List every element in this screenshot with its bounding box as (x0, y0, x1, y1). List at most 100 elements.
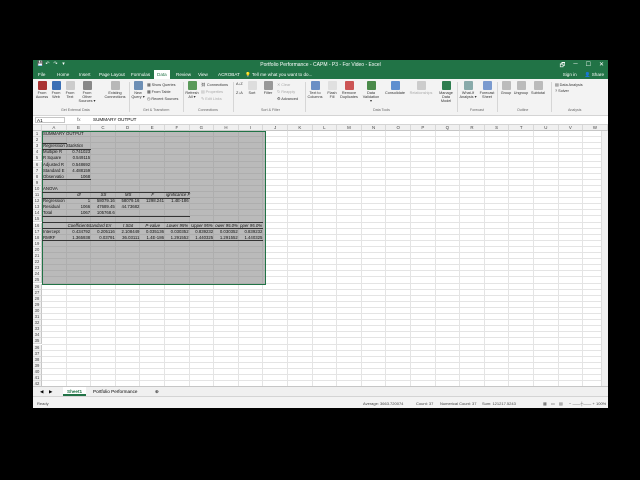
properties-button[interactable]: ▤ Properties (201, 89, 223, 94)
group-button[interactable]: Group (499, 81, 513, 95)
cell-value[interactable]: 0.741023 (68, 149, 90, 155)
from-text-button[interactable]: From Text (63, 81, 77, 99)
column-header[interactable]: D (115, 125, 141, 131)
cell-label[interactable]: Adjusted R (43, 162, 66, 168)
solver-button[interactable]: ? Solver (555, 89, 569, 93)
cell-value[interactable]: 2.108449 (117, 229, 139, 235)
new-sheet-icon[interactable]: ⊕ (151, 387, 163, 396)
column-header[interactable]: C (91, 125, 116, 131)
from-access-button[interactable]: From Access (35, 81, 49, 99)
cell-value[interactable]: 1 (68, 198, 90, 204)
column-header[interactable]: N (361, 125, 387, 131)
cell-value[interactable]: 0.030352 (215, 229, 238, 235)
column-header[interactable]: S (484, 125, 510, 131)
subtotal-button[interactable]: Subtotal (530, 81, 546, 95)
tab-insert[interactable]: Insert (79, 72, 91, 77)
data-validation-button[interactable]: Data Validation ▾ (362, 81, 380, 103)
forecast-sheet-button[interactable]: Forecast Sheet (479, 81, 495, 99)
cell-label[interactable]: R Square (43, 155, 66, 161)
sheet-tab-sheet1[interactable]: Sheet1 (63, 387, 87, 396)
column-header[interactable]: H (214, 125, 239, 131)
cell-value[interactable]: 1.4E-186 (166, 198, 188, 204)
cell-value[interactable]: 58079.16 (117, 198, 139, 204)
cell-value[interactable]: 1066 (68, 204, 91, 210)
cell-label[interactable]: Standard E (43, 168, 66, 174)
zoom-level[interactable]: 100% (596, 401, 606, 406)
new-query-button[interactable]: New Query ▾ (131, 81, 145, 99)
refresh-all-button[interactable]: Refresh All ▾ (185, 81, 199, 99)
sheet-tab-portfolio-performance[interactable]: Portfolio Performance (89, 387, 141, 396)
tab-formulas[interactable]: Formulas (131, 72, 150, 77)
advanced-button[interactable]: ⚙ Advanced (277, 96, 298, 101)
column-header[interactable]: M (337, 125, 362, 131)
relationships-button[interactable]: Relationships (409, 81, 433, 95)
cell-value[interactable]: 0.035136 (141, 229, 164, 235)
next-sheet-icon[interactable]: ▶ (45, 387, 57, 396)
sort-za-icon[interactable]: Z↓A (236, 91, 243, 95)
column-header[interactable]: E (140, 125, 165, 131)
from-other-sources-button[interactable]: From Other Sources ▾ (78, 81, 96, 103)
text-to-columns-button[interactable]: Text to Columns (307, 81, 323, 99)
tab-file[interactable]: File (38, 72, 45, 77)
cell-label[interactable]: Intercept (43, 229, 66, 235)
cell-value[interactable]: 0.030352 (166, 229, 189, 235)
existing-connections-button[interactable]: Existing Connections (104, 81, 126, 99)
column-header[interactable]: R (460, 125, 485, 131)
cell-label[interactable]: Regression (43, 198, 66, 204)
ungroup-button[interactable]: Ungroup (513, 81, 529, 95)
cell-summary-output[interactable]: SUMMARY OUTPUT (43, 131, 84, 137)
cell-value[interactable]: 0.839232 (240, 229, 262, 235)
column-header[interactable]: I (238, 125, 264, 131)
cell-label[interactable]: Multiple R (43, 149, 66, 155)
column-header[interactable]: F (165, 125, 190, 131)
column-header[interactable]: O (386, 125, 411, 131)
edit-links-button[interactable]: ✎ Edit Links (201, 96, 222, 101)
fx-icon[interactable]: fx (77, 117, 81, 122)
column-header[interactable]: L (312, 125, 338, 131)
tab-view[interactable]: View (198, 72, 208, 77)
cell-value[interactable]: 58079.16 (92, 198, 115, 204)
zoom-slider[interactable]: − ——┼—— + (569, 401, 595, 406)
remove-duplicates-button[interactable]: Remove Duplicates (340, 81, 358, 99)
recent-sources-button[interactable]: ◷ Recent Sources (147, 96, 178, 101)
consolidate-button[interactable]: Consolidate (384, 81, 406, 95)
cell-value[interactable]: 0.205116 (92, 229, 115, 235)
clear-button[interactable]: ✕ Clear (277, 82, 290, 87)
cell-value[interactable]: 44.73682 (117, 204, 139, 210)
cell-value[interactable]: 0.434792 (68, 229, 90, 235)
column-header[interactable]: V (558, 125, 584, 131)
show-queries-button[interactable]: ▦ Show Queries (147, 82, 176, 87)
vertical-scrollbar[interactable] (601, 131, 608, 386)
cell-value[interactable]: 0.549115 (68, 155, 91, 161)
tell-me-box[interactable]: 💡 Tell me what you want to do... (245, 72, 312, 78)
cell-value[interactable]: 0.548692 (68, 162, 90, 168)
normal-view-icon[interactable]: ▦ (543, 401, 547, 406)
tab-review[interactable]: Review (176, 72, 191, 77)
column-header[interactable]: Q (435, 125, 461, 131)
column-header[interactable]: U (534, 125, 559, 131)
cell-value[interactable]: 0.839232 (191, 229, 213, 235)
tab-data[interactable]: Data (154, 70, 170, 79)
cell-value[interactable]: 47689.45 (92, 204, 115, 210)
tab-page-layout[interactable]: Page Layout (99, 72, 125, 77)
tab-acrobat[interactable]: ACROBAT (218, 72, 240, 77)
sign-in-link[interactable]: Sign in (563, 72, 577, 78)
column-header[interactable]: J (263, 125, 288, 131)
cell-value[interactable]: 1298.241 (141, 198, 164, 204)
what-if-analysis-button[interactable]: What-If Analysis ▾ (459, 81, 477, 99)
connections-button[interactable]: ⛓ Connections (201, 82, 228, 87)
sort-button[interactable]: Sort (245, 81, 259, 95)
tab-home[interactable]: Home (57, 72, 69, 77)
worksheet-grid[interactable]: A B C D E F G H I J K L M N O P Q R S T U V W 1 2 3 4 5 6 7 8 9 10 11 12 13… (33, 125, 608, 388)
column-header[interactable]: T (509, 125, 534, 131)
column-header[interactable]: P (411, 125, 436, 131)
filter-button[interactable]: Filter (261, 81, 275, 95)
sort-az-icon[interactable]: A↓Z (236, 82, 243, 86)
column-header[interactable]: K (288, 125, 313, 131)
name-box[interactable]: A1 (35, 117, 65, 123)
manage-data-model-button[interactable]: Manage Data Model (437, 81, 455, 103)
formula-input[interactable]: SUMMARY OUTPUT (93, 117, 136, 122)
from-table-button[interactable]: ▦ From Table (147, 89, 171, 94)
share-button[interactable]: 👤 Share (585, 72, 604, 78)
cell-value[interactable]: 4.488159 (68, 168, 90, 174)
